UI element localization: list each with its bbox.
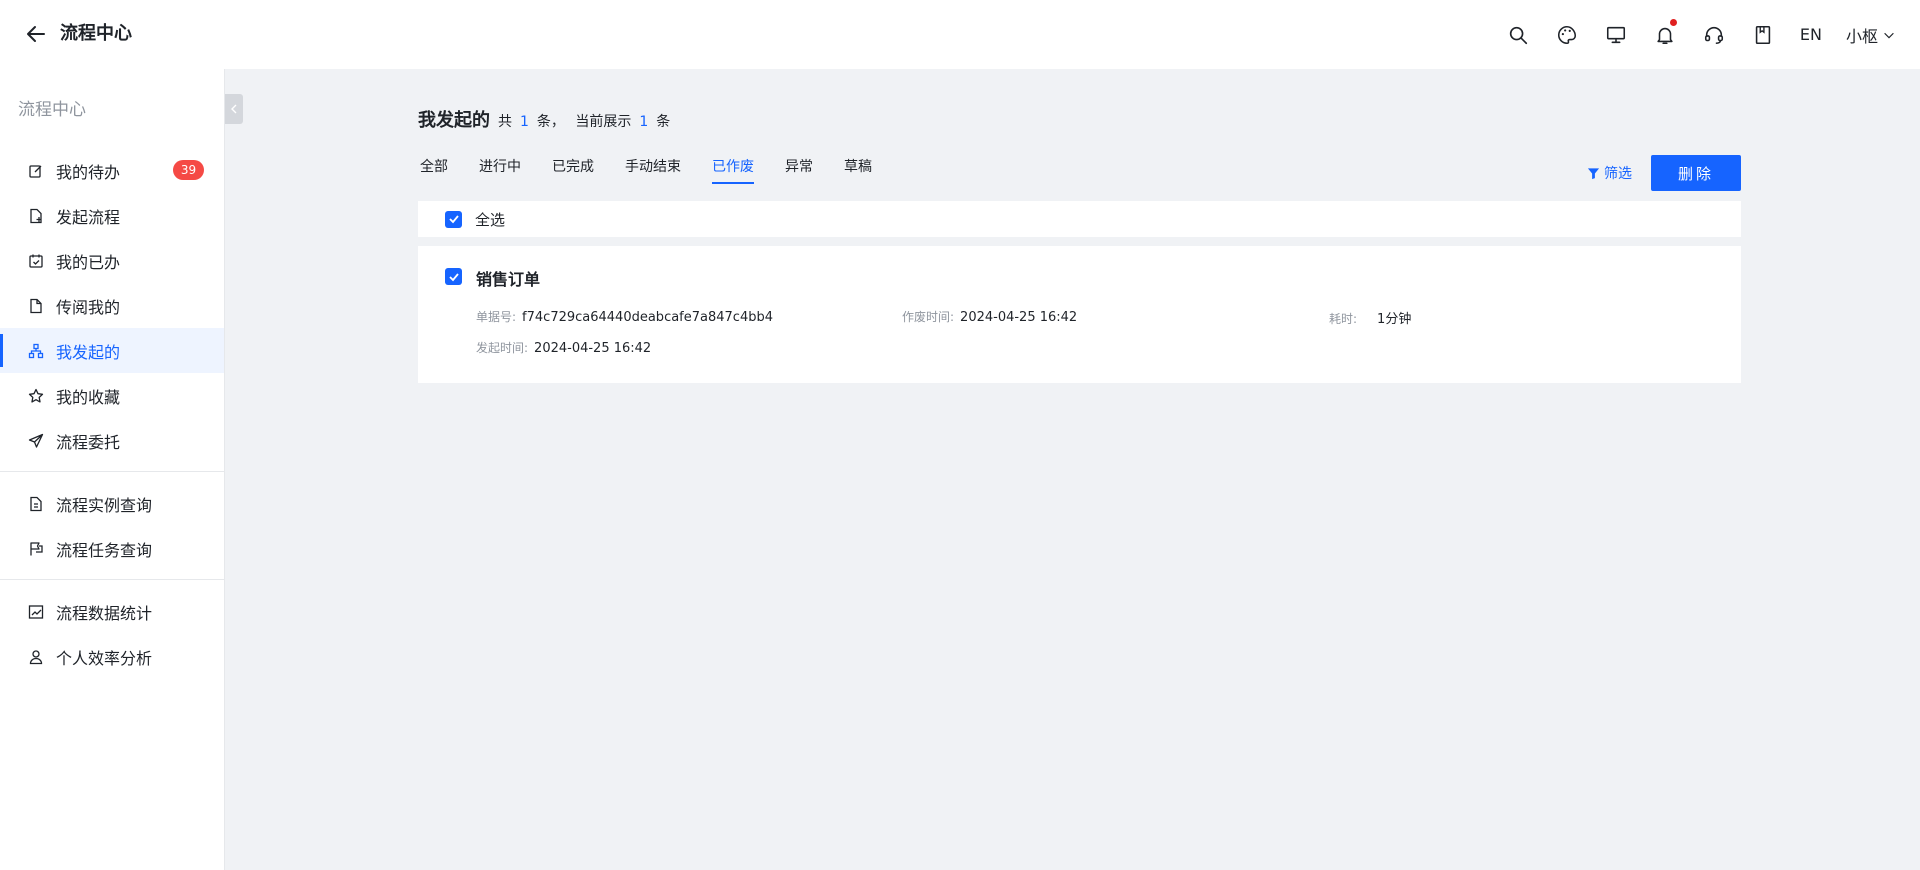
sidebar-item-my-done[interactable]: 我的已办 xyxy=(0,238,224,283)
bell-icon[interactable] xyxy=(1652,18,1678,48)
user-icon xyxy=(28,649,44,665)
top-header: 流程中心 EN 小枢 xyxy=(0,0,1920,69)
tab-draft[interactable]: 草稿 xyxy=(844,156,872,184)
sidebar-item-label: 我的收藏 xyxy=(56,387,121,407)
sidebar-item-my-todo[interactable]: 我的待办 39 xyxy=(0,148,224,193)
sidebar-item-my-initiated[interactable]: 我发起的 xyxy=(0,328,224,373)
tab-all[interactable]: 全部 xyxy=(420,156,448,184)
void-time-label: 作废时间: xyxy=(902,310,955,324)
page-title: 我发起的 xyxy=(418,110,490,131)
filter-icon xyxy=(1587,167,1600,179)
search-icon[interactable] xyxy=(1505,22,1531,48)
tab-completed[interactable]: 已完成 xyxy=(552,156,594,184)
order-number-label: 单据号: xyxy=(476,310,517,324)
sidebar-group-query: 流程实例查询 流程任务查询 xyxy=(0,481,224,571)
back-arrow-icon[interactable] xyxy=(24,22,48,46)
flag-icon xyxy=(28,541,44,557)
filter-button[interactable]: 筛选 xyxy=(1587,163,1632,183)
sidebar-item-efficiency[interactable]: 个人效率分析 xyxy=(0,634,224,679)
count-showing-suffix: 条 xyxy=(656,114,671,130)
sidebar-item-label: 流程实例查询 xyxy=(56,495,153,515)
start-time-field: 发起时间: 2024-04-25 16:42 xyxy=(476,339,651,356)
chart-icon xyxy=(28,604,44,620)
sidebar-item-delegation[interactable]: 流程委托 xyxy=(0,418,224,463)
chevron-left-icon xyxy=(231,104,237,114)
notification-dot xyxy=(1669,18,1677,26)
tab-manually-ended[interactable]: 手动结束 xyxy=(625,156,681,184)
file-icon xyxy=(28,298,44,314)
book-icon[interactable] xyxy=(1750,22,1776,48)
sidebar-item-task-query[interactable]: 流程任务查询 xyxy=(0,526,224,571)
tab-in-progress[interactable]: 进行中 xyxy=(479,156,521,184)
start-time-value: 2024-04-25 16:42 xyxy=(534,341,652,356)
void-time-field: 作废时间: 2024-04-25 16:42 xyxy=(902,308,1077,325)
void-time-value: 2024-04-25 16:42 xyxy=(960,310,1078,325)
monitor-icon[interactable] xyxy=(1603,22,1629,48)
send-icon xyxy=(28,433,44,449)
start-time-label: 发起时间: xyxy=(476,341,529,355)
sidebar-item-label: 传阅我的 xyxy=(56,297,121,317)
filter-label: 筛选 xyxy=(1604,166,1632,182)
page-heading: 我发起的 共 1 条， 当前展示 1 条 xyxy=(418,106,670,132)
order-number-value: f74c729ca64440deabcafe7a847c4bb4 xyxy=(522,310,773,325)
sidebar-item-instance-query[interactable]: 流程实例查询 xyxy=(0,481,224,526)
app-title: 流程中心 xyxy=(60,23,132,44)
file-search-icon xyxy=(28,496,44,512)
file-add-icon xyxy=(28,208,44,224)
sidebar-item-label: 我发起的 xyxy=(56,342,121,362)
tab-voided[interactable]: 已作废 xyxy=(712,156,754,184)
sidebar-item-my-favorites[interactable]: 我的收藏 xyxy=(0,373,224,418)
sidebar-item-label: 发起流程 xyxy=(56,207,121,227)
sidebar-item-label: 流程委托 xyxy=(56,432,121,452)
card-checkbox[interactable] xyxy=(445,268,462,285)
sidebar-divider xyxy=(0,579,224,580)
sidebar-item-cc-me[interactable]: 传阅我的 xyxy=(0,283,224,328)
sidebar-item-start-process[interactable]: 发起流程 xyxy=(0,193,224,238)
delete-button[interactable]: 删除 xyxy=(1651,155,1741,191)
count-showing: 1 xyxy=(639,114,649,130)
user-name: 小枢 xyxy=(1845,26,1878,46)
sidebar-group-analytics: 流程数据统计 个人效率分析 xyxy=(0,589,224,679)
count-total: 1 xyxy=(520,114,529,130)
duration-value: 1分钟 xyxy=(1377,312,1412,327)
duration-field: 耗时: 1分钟 xyxy=(1329,308,1411,327)
check-icon xyxy=(448,272,459,281)
sidebar-item-label: 流程数据统计 xyxy=(56,603,153,623)
status-tabs: 全部 进行中 已完成 手动结束 已作废 异常 草稿 xyxy=(420,156,903,184)
sidebar-item-data-stats[interactable]: 流程数据统计 xyxy=(0,589,224,634)
todo-count-badge: 39 xyxy=(173,160,204,180)
user-menu[interactable]: 小枢 xyxy=(1846,23,1896,47)
select-all-checkbox[interactable] xyxy=(445,210,462,228)
palette-icon[interactable] xyxy=(1554,22,1580,48)
sidebar-group-main: 我的待办 39 发起流程 我的已办 传阅我的 我发起的 我的收藏 流程委托 xyxy=(0,148,224,463)
chevron-down-icon xyxy=(1884,32,1894,38)
header-toolbar: EN 小枢 xyxy=(1482,0,1896,69)
order-number-field: 单据号: f74c729ca64440deabcafe7a847c4bb4 xyxy=(476,308,773,325)
select-all-bar: 全选 xyxy=(418,201,1741,237)
star-icon xyxy=(28,388,44,404)
count-total-prefix: 共 xyxy=(498,114,512,130)
count-total-suffix: 条， xyxy=(536,114,565,130)
process-card[interactable]: 销售订单 单据号: f74c729ca64440deabcafe7a847c4b… xyxy=(418,246,1741,383)
check-icon xyxy=(448,215,459,224)
select-all-label: 全选 xyxy=(475,210,506,229)
sidebar-title: 流程中心 xyxy=(18,100,86,120)
language-switch[interactable]: EN xyxy=(1800,25,1822,44)
sidebar-divider xyxy=(0,471,224,472)
record-count: 共 1 条， 当前展示 1 条 xyxy=(498,111,670,131)
sidebar-item-label: 流程任务查询 xyxy=(56,540,153,560)
sidebar-collapse-button[interactable] xyxy=(225,94,243,124)
tab-abnormal[interactable]: 异常 xyxy=(785,156,813,184)
count-showing-prefix: 当前展示 xyxy=(575,114,632,130)
sidebar-item-label: 我的已办 xyxy=(56,252,121,272)
calendar-check-icon xyxy=(28,253,44,269)
sidebar: 流程中心 我的待办 39 发起流程 我的已办 传阅我的 我发起的 我的收藏 流程… xyxy=(0,69,225,870)
sitemap-icon xyxy=(28,343,44,359)
card-title: 销售订单 xyxy=(476,270,541,289)
sidebar-item-label: 个人效率分析 xyxy=(56,648,153,668)
sidebar-item-label: 我的待办 xyxy=(56,162,121,182)
duration-label: 耗时: xyxy=(1329,312,1358,326)
edit-icon xyxy=(28,163,44,179)
headset-icon[interactable] xyxy=(1701,22,1727,48)
